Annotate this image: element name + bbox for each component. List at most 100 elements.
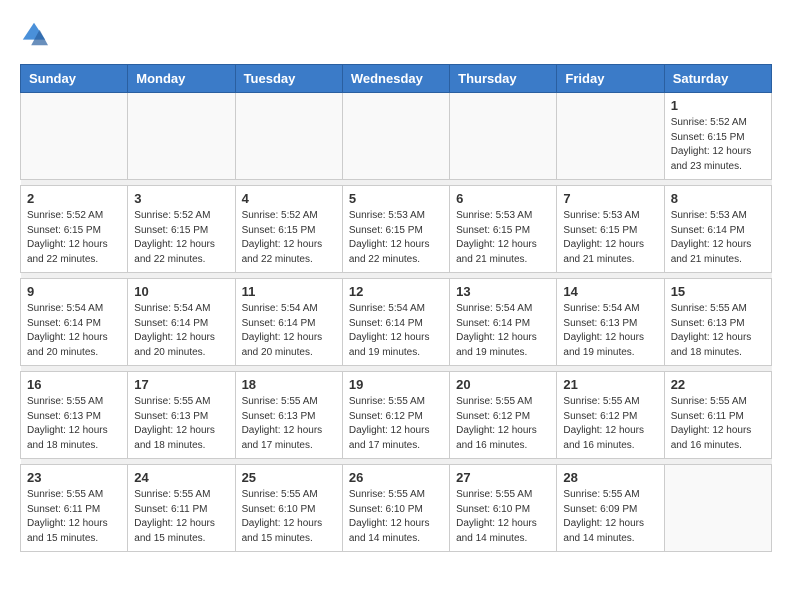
calendar-day: 20 Sunrise: 5:55 AM Sunset: 6:12 PM Dayli…: [450, 372, 557, 459]
day-info: Sunrise: 5:53 AM Sunset: 6:14 PM Dayligh…: [671, 209, 765, 267]
calendar-day: 18 Sunrise: 5:55 AM Sunset: 6:13 PM Dayli…: [235, 372, 342, 459]
day-info: Sunrise: 5:55 AM Sunset: 6:13 PM Dayligh…: [242, 395, 336, 453]
day-number: 5: [349, 191, 443, 206]
day-number: 14: [563, 284, 657, 299]
day-number: 6: [456, 191, 550, 206]
day-number: 15: [671, 284, 765, 299]
day-info: Sunrise: 5:55 AM Sunset: 6:12 PM Dayligh…: [563, 395, 657, 453]
day-number: 1: [671, 98, 765, 113]
day-number: 22: [671, 377, 765, 392]
weekday-header-sunday: Sunday: [21, 65, 128, 93]
day-number: 25: [242, 470, 336, 485]
day-number: 26: [349, 470, 443, 485]
day-info: Sunrise: 5:54 AM Sunset: 6:14 PM Dayligh…: [242, 302, 336, 360]
calendar-day: 22 Sunrise: 5:55 AM Sunset: 6:11 PM Dayli…: [664, 372, 771, 459]
calendar-week-4: 23 Sunrise: 5:55 AM Sunset: 6:11 PM Dayli…: [21, 465, 772, 552]
calendar-week-3: 16 Sunrise: 5:55 AM Sunset: 6:13 PM Dayli…: [21, 372, 772, 459]
weekday-header-friday: Friday: [557, 65, 664, 93]
day-number: 18: [242, 377, 336, 392]
day-number: 13: [456, 284, 550, 299]
calendar-day: 24 Sunrise: 5:55 AM Sunset: 6:11 PM Dayli…: [128, 465, 235, 552]
logo: [20, 20, 52, 48]
calendar-day: 7 Sunrise: 5:53 AM Sunset: 6:15 PM Daylig…: [557, 186, 664, 273]
calendar-day: [235, 93, 342, 180]
calendar-day: [342, 93, 449, 180]
day-info: Sunrise: 5:55 AM Sunset: 6:09 PM Dayligh…: [563, 488, 657, 546]
day-info: Sunrise: 5:54 AM Sunset: 6:14 PM Dayligh…: [27, 302, 121, 360]
calendar-day: 11Sunrise: 5:54 AM Sunset: 6:14 PM Dayli…: [235, 279, 342, 366]
calendar-day: 25 Sunrise: 5:55 AM Sunset: 6:10 PM Dayli…: [235, 465, 342, 552]
calendar-day: 19 Sunrise: 5:55 AM Sunset: 6:12 PM Dayli…: [342, 372, 449, 459]
day-number: 12: [349, 284, 443, 299]
day-number: 10: [134, 284, 228, 299]
calendar-day: [664, 465, 771, 552]
day-info: Sunrise: 5:55 AM Sunset: 6:13 PM Dayligh…: [27, 395, 121, 453]
calendar-day: [21, 93, 128, 180]
day-info: Sunrise: 5:55 AM Sunset: 6:12 PM Dayligh…: [456, 395, 550, 453]
day-info: Sunrise: 5:54 AM Sunset: 6:14 PM Dayligh…: [349, 302, 443, 360]
day-info: Sunrise: 5:54 AM Sunset: 6:14 PM Dayligh…: [134, 302, 228, 360]
calendar-header-row: SundayMondayTuesdayWednesdayThursdayFrid…: [21, 65, 772, 93]
day-number: 28: [563, 470, 657, 485]
calendar-day: 1 Sunrise: 5:52 AM Sunset: 6:15 PM Daylig…: [664, 93, 771, 180]
day-info: Sunrise: 5:52 AM Sunset: 6:15 PM Dayligh…: [671, 116, 765, 174]
weekday-header-saturday: Saturday: [664, 65, 771, 93]
day-info: Sunrise: 5:55 AM Sunset: 6:10 PM Dayligh…: [242, 488, 336, 546]
weekday-header-tuesday: Tuesday: [235, 65, 342, 93]
calendar-day: 4 Sunrise: 5:52 AM Sunset: 6:15 PM Daylig…: [235, 186, 342, 273]
day-info: Sunrise: 5:52 AM Sunset: 6:15 PM Dayligh…: [27, 209, 121, 267]
day-number: 23: [27, 470, 121, 485]
calendar-day: 5 Sunrise: 5:53 AM Sunset: 6:15 PM Daylig…: [342, 186, 449, 273]
calendar-day: [450, 93, 557, 180]
calendar-day: 28 Sunrise: 5:55 AM Sunset: 6:09 PM Dayli…: [557, 465, 664, 552]
day-number: 3: [134, 191, 228, 206]
page-header: [20, 20, 772, 48]
day-number: 16: [27, 377, 121, 392]
calendar-day: 21 Sunrise: 5:55 AM Sunset: 6:12 PM Dayli…: [557, 372, 664, 459]
day-info: Sunrise: 5:55 AM Sunset: 6:11 PM Dayligh…: [27, 488, 121, 546]
calendar-day: 15 Sunrise: 5:55 AM Sunset: 6:13 PM Dayli…: [664, 279, 771, 366]
day-info: Sunrise: 5:53 AM Sunset: 6:15 PM Dayligh…: [563, 209, 657, 267]
day-number: 20: [456, 377, 550, 392]
day-info: Sunrise: 5:54 AM Sunset: 6:14 PM Dayligh…: [456, 302, 550, 360]
day-number: 21: [563, 377, 657, 392]
day-info: Sunrise: 5:53 AM Sunset: 6:15 PM Dayligh…: [456, 209, 550, 267]
calendar-week-2: 9Sunrise: 5:54 AM Sunset: 6:14 PM Daylig…: [21, 279, 772, 366]
calendar-day: 26 Sunrise: 5:55 AM Sunset: 6:10 PM Dayli…: [342, 465, 449, 552]
day-info: Sunrise: 5:55 AM Sunset: 6:13 PM Dayligh…: [671, 302, 765, 360]
logo-icon: [20, 20, 48, 48]
day-info: Sunrise: 5:53 AM Sunset: 6:15 PM Dayligh…: [349, 209, 443, 267]
weekday-header-monday: Monday: [128, 65, 235, 93]
day-info: Sunrise: 5:52 AM Sunset: 6:15 PM Dayligh…: [242, 209, 336, 267]
calendar-week-0: 1 Sunrise: 5:52 AM Sunset: 6:15 PM Daylig…: [21, 93, 772, 180]
day-number: 19: [349, 377, 443, 392]
calendar-day: 14 Sunrise: 5:54 AM Sunset: 6:13 PM Dayli…: [557, 279, 664, 366]
calendar-day: 17 Sunrise: 5:55 AM Sunset: 6:13 PM Dayli…: [128, 372, 235, 459]
day-info: Sunrise: 5:54 AM Sunset: 6:13 PM Dayligh…: [563, 302, 657, 360]
calendar-day: [128, 93, 235, 180]
calendar-day: 2 Sunrise: 5:52 AM Sunset: 6:15 PM Daylig…: [21, 186, 128, 273]
day-number: 2: [27, 191, 121, 206]
calendar-day: 6 Sunrise: 5:53 AM Sunset: 6:15 PM Daylig…: [450, 186, 557, 273]
day-number: 4: [242, 191, 336, 206]
day-number: 17: [134, 377, 228, 392]
day-info: Sunrise: 5:55 AM Sunset: 6:11 PM Dayligh…: [671, 395, 765, 453]
day-number: 7: [563, 191, 657, 206]
calendar-day: 12 Sunrise: 5:54 AM Sunset: 6:14 PM Dayli…: [342, 279, 449, 366]
day-info: Sunrise: 5:55 AM Sunset: 6:13 PM Dayligh…: [134, 395, 228, 453]
calendar-day: 23 Sunrise: 5:55 AM Sunset: 6:11 PM Dayli…: [21, 465, 128, 552]
calendar-day: 10 Sunrise: 5:54 AM Sunset: 6:14 PM Dayli…: [128, 279, 235, 366]
calendar-day: [557, 93, 664, 180]
day-info: Sunrise: 5:55 AM Sunset: 6:12 PM Dayligh…: [349, 395, 443, 453]
calendar-day: 13 Sunrise: 5:54 AM Sunset: 6:14 PM Dayli…: [450, 279, 557, 366]
day-number: 8: [671, 191, 765, 206]
calendar-week-1: 2 Sunrise: 5:52 AM Sunset: 6:15 PM Daylig…: [21, 186, 772, 273]
day-info: Sunrise: 5:55 AM Sunset: 6:10 PM Dayligh…: [349, 488, 443, 546]
day-info: Sunrise: 5:55 AM Sunset: 6:11 PM Dayligh…: [134, 488, 228, 546]
weekday-header-wednesday: Wednesday: [342, 65, 449, 93]
calendar-day: 27Sunrise: 5:55 AM Sunset: 6:10 PM Dayli…: [450, 465, 557, 552]
weekday-header-thursday: Thursday: [450, 65, 557, 93]
day-number: 24: [134, 470, 228, 485]
day-number: 27: [456, 470, 550, 485]
calendar-day: 3Sunrise: 5:52 AM Sunset: 6:15 PM Daylig…: [128, 186, 235, 273]
